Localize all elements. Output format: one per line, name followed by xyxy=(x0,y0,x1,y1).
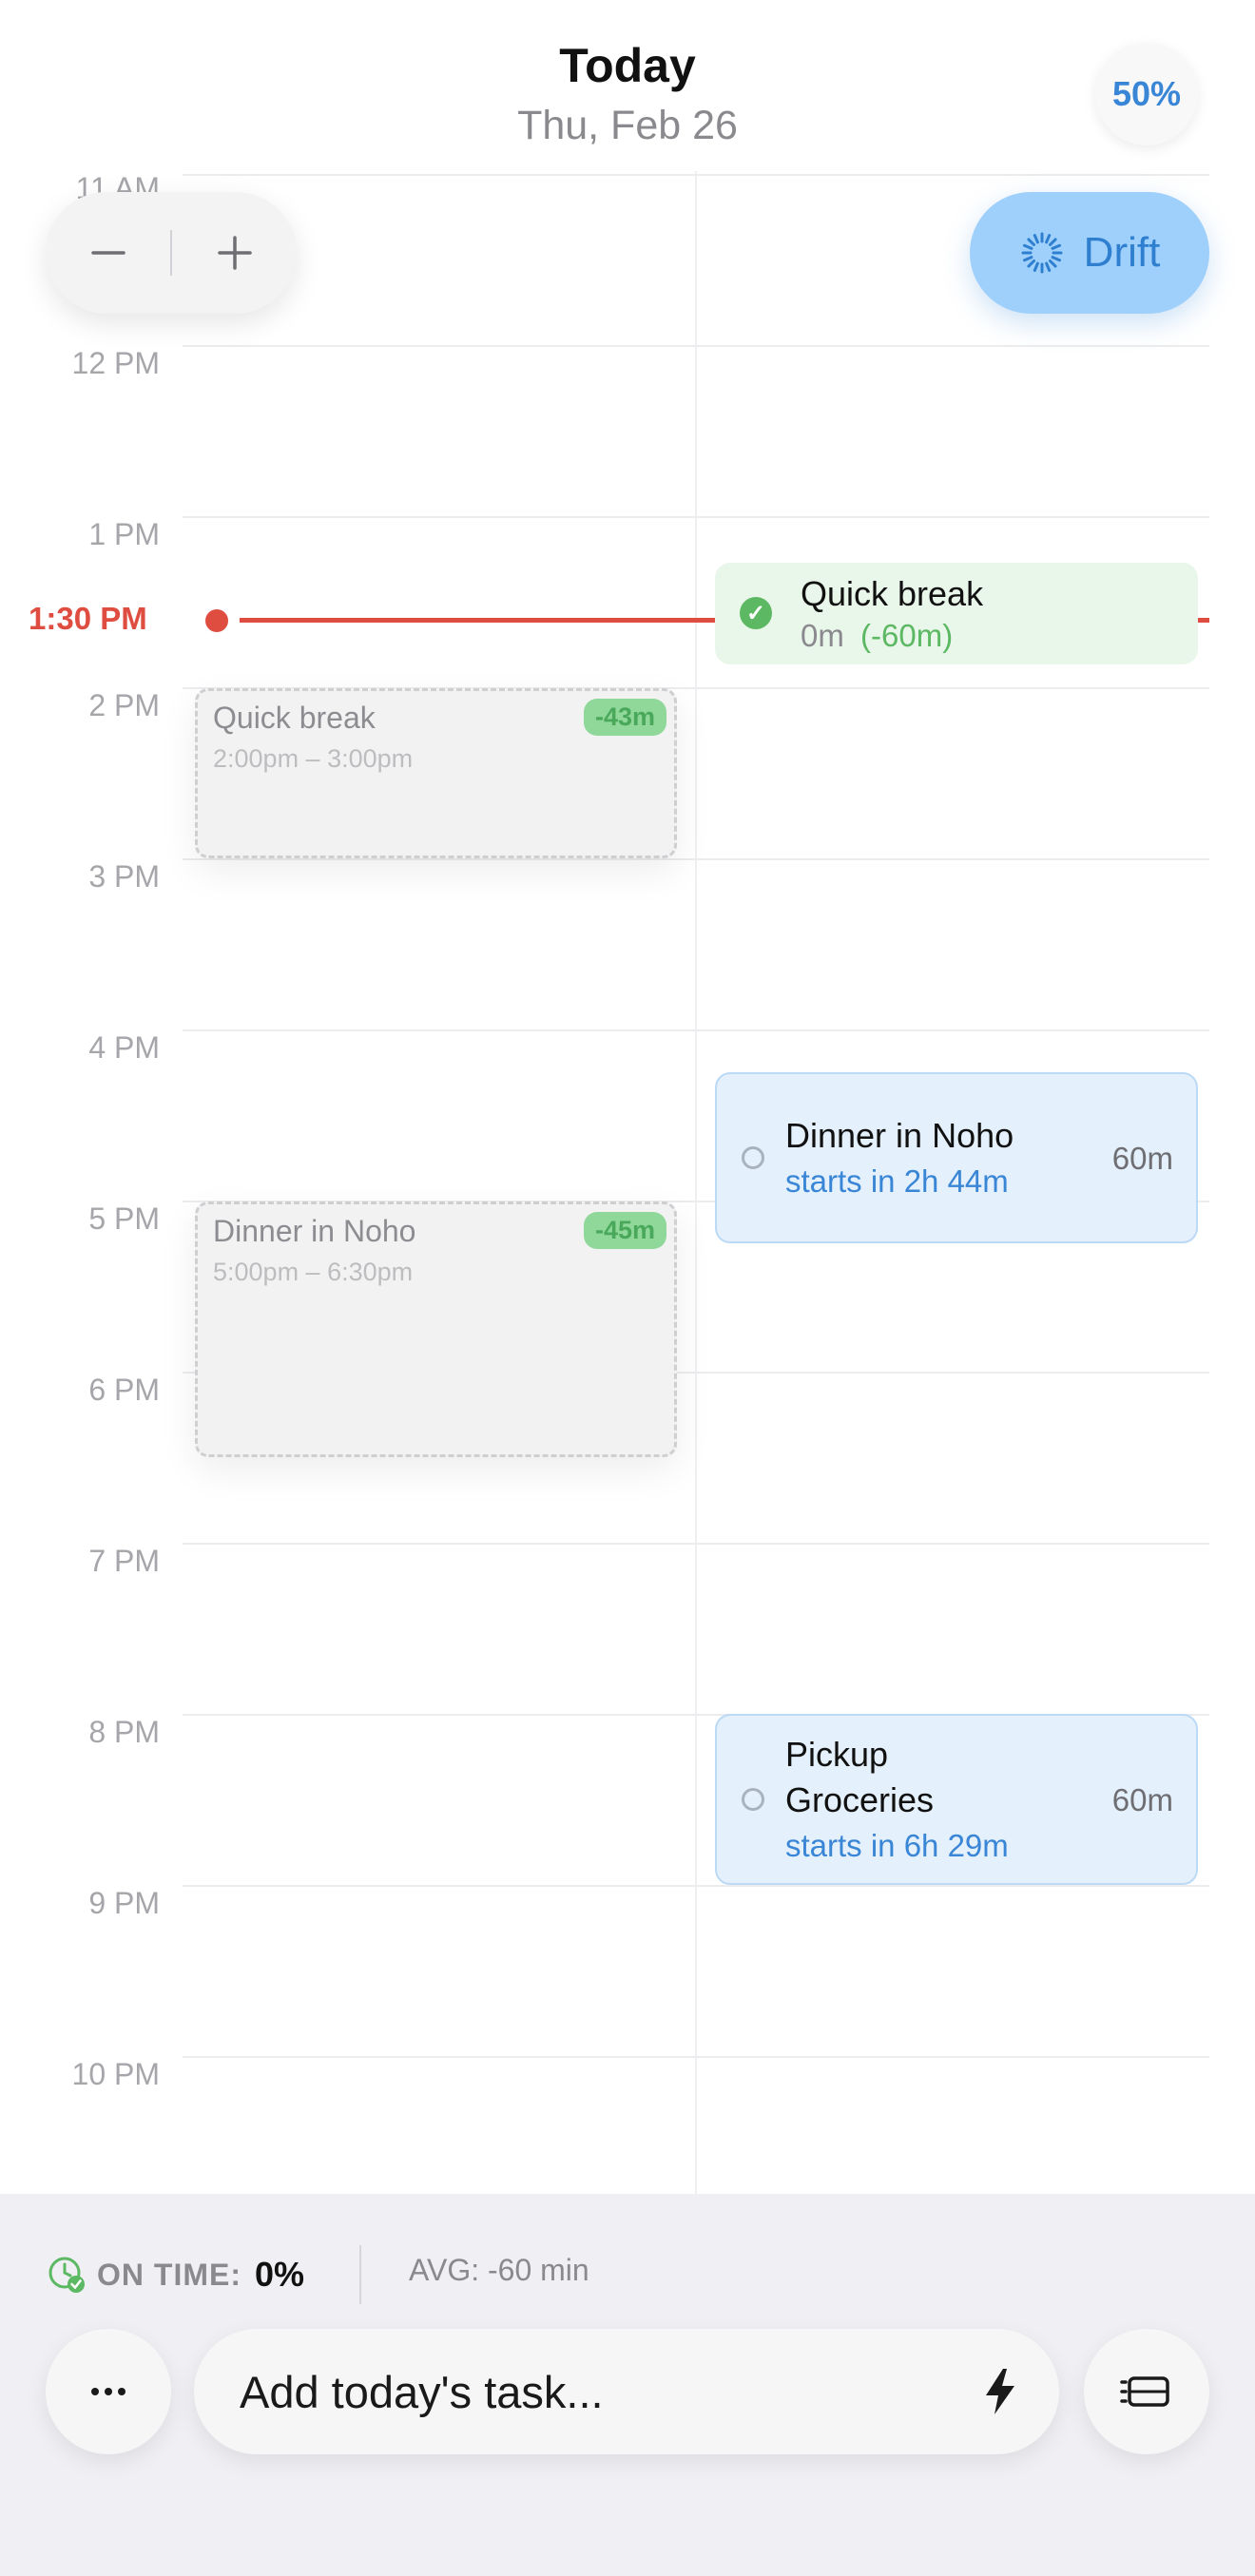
planned-title: Dinner in Noho xyxy=(213,1214,416,1248)
on-time-value: 0% xyxy=(254,2255,305,2294)
on-time-label: ON TIME: xyxy=(97,2257,241,2292)
hour-line xyxy=(183,2056,1209,2058)
hour-line xyxy=(183,516,1209,518)
column-divider xyxy=(695,171,697,2194)
spinner-icon xyxy=(1021,232,1063,274)
planned-block-quick-break[interactable]: Quick break 2:00pm – 3:00pm -43m xyxy=(195,688,677,858)
timeline: 11 AM 12 PM 1 PM 2 PM 3 PM 4 PM 5 PM 6 P… xyxy=(0,0,1255,2194)
hour-line xyxy=(183,1543,1209,1545)
task-status: starts in 2h 44m xyxy=(785,1163,1009,1199)
hour-label-5pm: 5 PM xyxy=(88,1201,160,1236)
page-date: Thu, Feb 26 xyxy=(517,103,738,148)
drift-label: Drift xyxy=(1083,229,1161,276)
hour-label-12pm: 12 PM xyxy=(71,346,160,380)
hour-line xyxy=(183,1885,1209,1887)
page-title: Today xyxy=(559,39,696,92)
hour-label-9pm: 9 PM xyxy=(88,1886,160,1920)
task-delta: (-60m) xyxy=(860,618,954,653)
delta-badge: -43m xyxy=(583,699,666,736)
task-duration: 0m xyxy=(801,618,844,653)
task-duration: 60m xyxy=(1111,1141,1173,1176)
header: Today Thu, Feb 26 xyxy=(0,0,1255,171)
circle-icon[interactable] xyxy=(742,1146,764,1169)
check-icon[interactable]: ✓ xyxy=(740,597,772,629)
add-task-input[interactable] xyxy=(240,2355,943,2428)
list-view-button[interactable] xyxy=(1084,2329,1209,2454)
current-time-label: 1:30 PM xyxy=(29,601,147,636)
task-status: starts in 6h 29m xyxy=(785,1828,1009,1863)
current-time-dot xyxy=(205,609,228,632)
hour-label-3pm: 3 PM xyxy=(88,859,160,894)
delta-badge: -45m xyxy=(583,1212,666,1249)
average-stat: AVG: -60 min xyxy=(409,2253,589,2287)
ellipsis-icon xyxy=(91,2388,126,2395)
task-title-line2: Groceries xyxy=(785,1780,935,1819)
planned-time: 2:00pm – 3:00pm xyxy=(213,744,414,773)
hour-line xyxy=(183,1029,1209,1031)
task-duration: 60m xyxy=(1111,1782,1173,1817)
zoom-in-button[interactable] xyxy=(172,192,297,314)
add-task-field[interactable] xyxy=(194,2329,1059,2454)
bolt-icon xyxy=(986,2369,1014,2414)
progress-percent-button[interactable]: 50% xyxy=(1095,43,1198,145)
minus-icon xyxy=(90,251,126,255)
task-card-pickup-groceries[interactable]: Pickup Groceries starts in 6h 29m 60m xyxy=(715,1714,1198,1885)
planned-block-dinner-in-noho[interactable]: Dinner in Noho 5:00pm – 6:30pm -45m xyxy=(195,1201,677,1457)
on-time-stat: ON TIME: 0% xyxy=(46,2251,304,2298)
hour-label-2pm: 2 PM xyxy=(88,688,160,722)
list-icon xyxy=(1120,2376,1169,2407)
task-title: Quick break xyxy=(801,574,984,613)
circle-icon[interactable] xyxy=(742,1788,764,1811)
hour-line xyxy=(183,858,1209,860)
drift-button[interactable]: Drift xyxy=(970,192,1209,314)
task-title: Dinner in Noho xyxy=(785,1116,1014,1155)
more-button[interactable] xyxy=(46,2329,171,2454)
task-card-dinner-in-noho[interactable]: Dinner in Noho starts in 2h 44m 60m xyxy=(715,1072,1198,1243)
zoom-control xyxy=(46,192,297,314)
hour-label-6pm: 6 PM xyxy=(88,1373,160,1407)
hour-label-10pm: 10 PM xyxy=(71,2057,160,2091)
hour-label-4pm: 4 PM xyxy=(88,1030,160,1065)
task-title-line1: Pickup xyxy=(785,1735,889,1774)
clock-check-icon xyxy=(48,2257,85,2293)
hour-label-7pm: 7 PM xyxy=(88,1544,160,1578)
zoom-out-button[interactable] xyxy=(46,192,170,314)
hour-line xyxy=(183,345,1209,347)
hour-label-1pm: 1 PM xyxy=(88,517,160,551)
plus-icon xyxy=(217,236,252,270)
task-card-quick-break[interactable]: ✓ Quick break 0m (-60m) xyxy=(715,563,1198,664)
hour-label-8pm: 8 PM xyxy=(88,1715,160,1749)
stat-separator xyxy=(359,2245,361,2304)
task-duration-row: 0m (-60m) xyxy=(801,618,953,654)
hour-line xyxy=(183,174,1209,176)
planned-time: 5:00pm – 6:30pm xyxy=(213,1258,414,1286)
quick-add-button[interactable] xyxy=(972,2363,1029,2420)
planned-title: Quick break xyxy=(213,701,376,735)
